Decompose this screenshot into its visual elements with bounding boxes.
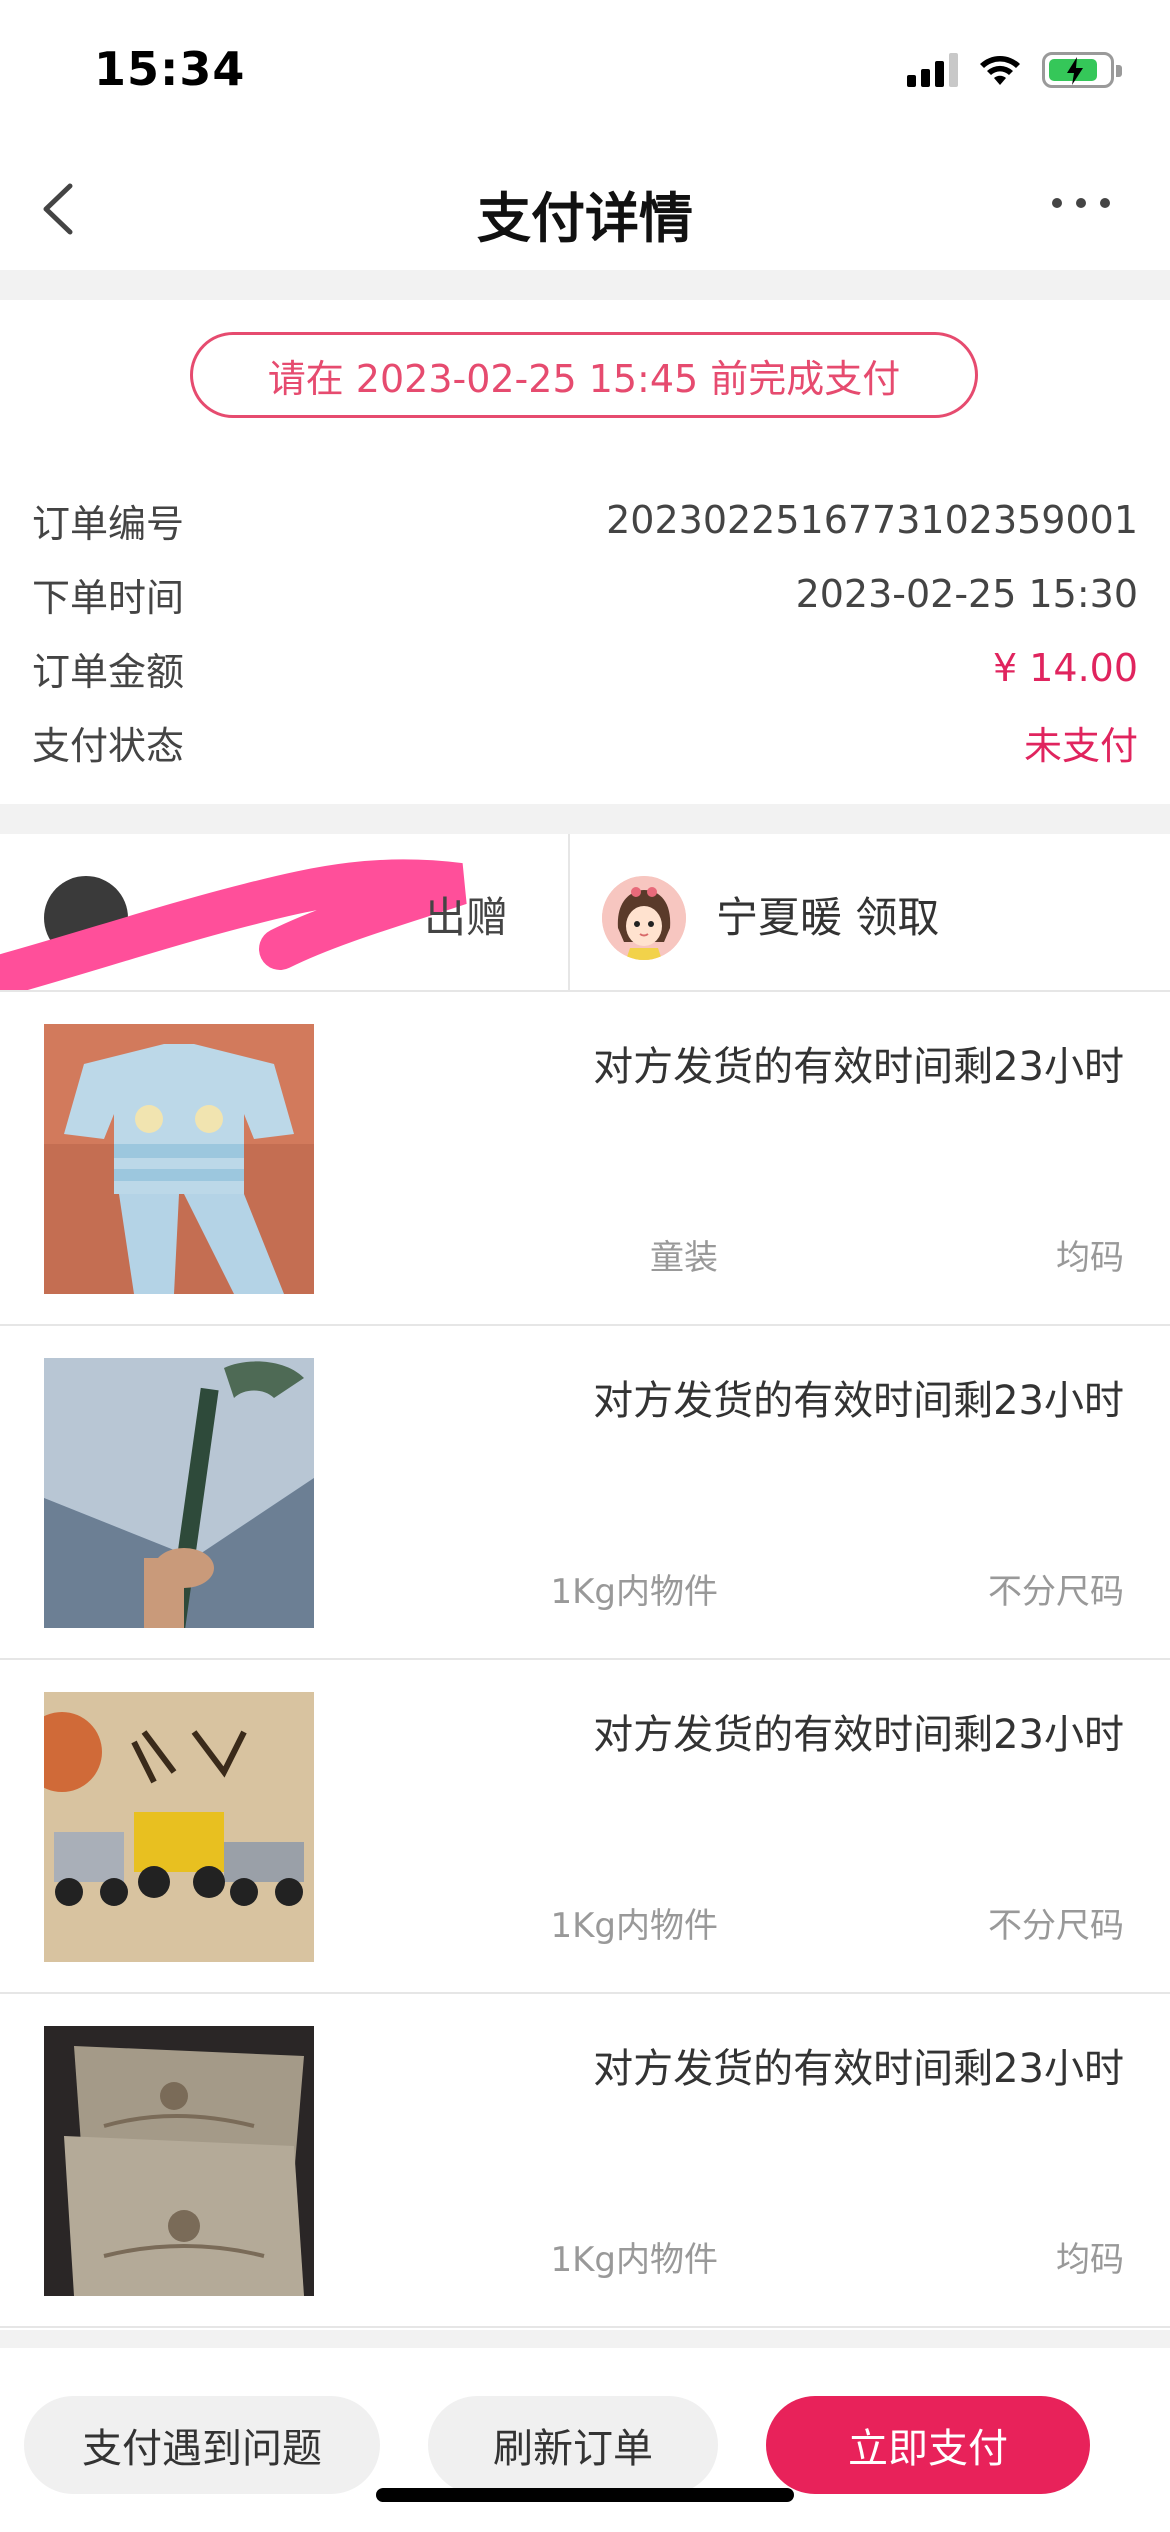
pay-now-button[interactable]: 立即支付 [766,2396,1090,2494]
item-title: 对方发货的有效时间剩23小时 [593,1044,1124,1090]
order-time-label: 下单时间 [32,575,185,620]
status-bar: 15:34 [0,0,1170,140]
item-title: 对方发货的有效时间剩23小时 [593,1378,1124,1424]
order-amount-value: ¥ 14.00 [992,646,1138,690]
order-amount-label: 订单金额 [32,649,185,694]
section-divider [0,270,1170,300]
refresh-order-button[interactable]: 刷新订单 [428,2396,718,2494]
nav-bar: 支付详情 [0,140,1170,270]
item-thumbnail [44,2026,314,2296]
order-amount-row: 订单金额 ¥ 14.00 [32,638,1138,698]
payment-deadline-badge: 请在 2023-02-25 15:45 前完成支付 [190,332,978,418]
payment-status-row: 支付状态 未支付 [32,712,1138,772]
item-category: 1Kg内物件 [550,1906,718,1946]
order-number-value: 2023022516773102359001 [606,498,1138,542]
status-time: 15:34 [94,42,246,96]
item-category: 童装 [650,1238,718,1278]
section-divider [0,2330,1170,2348]
order-number-label: 订单编号 [32,501,185,546]
order-number-row: 订单编号 2023022516773102359001 [32,490,1138,550]
giver-label: 出赠 [424,893,509,942]
home-indicator [376,2488,794,2502]
wifi-icon [980,56,1020,85]
item-category: 1Kg内物件 [550,1572,718,1612]
payment-status-value: 未支付 [1023,723,1138,768]
item-size: 均码 [1056,1238,1124,1278]
list-item[interactable]: 对方发货的有效时间剩23小时 1Kg内物件 均码 [0,1996,1170,2328]
page-title: 支付详情 [477,187,693,250]
battery-charging-icon [1042,52,1122,88]
item-thumbnail [44,1692,314,1962]
item-title: 对方发货的有效时间剩23小时 [593,2046,1124,2092]
payment-status-label: 支付状态 [32,723,185,768]
order-time-value: 2023-02-25 15:30 [795,572,1138,616]
list-item[interactable]: 对方发货的有效时间剩23小时 1Kg内物件 不分尺码 [0,1662,1170,1994]
order-time-row: 下单时间 2023-02-25 15:30 [32,564,1138,624]
redaction-scribble [0,859,467,990]
more-dots-icon[interactable] [1052,198,1110,208]
list-item[interactable]: 对方发货的有效时间剩23小时 1Kg内物件 不分尺码 [0,1328,1170,1660]
item-size: 均码 [1056,2240,1124,2280]
item-size: 不分尺码 [988,1906,1124,1946]
party-divider [568,834,570,990]
item-title: 对方发货的有效时间剩23小时 [593,1712,1124,1758]
parties-section: 出赠 宁夏暖 领取 [0,834,1170,992]
item-size: 不分尺码 [988,1572,1124,1612]
item-thumbnail [44,1358,314,1628]
cellular-signal-icon [907,53,958,87]
item-thumbnail [44,1024,314,1294]
item-category: 1Kg内物件 [550,2240,718,2280]
receiver-label: 宁夏暖 领取 [716,893,940,942]
payment-problem-button[interactable]: 支付遇到问题 [24,2396,380,2494]
list-item[interactable]: 对方发货的有效时间剩23小时 童装 均码 [0,994,1170,1326]
status-icons [907,52,1122,88]
section-divider [0,804,1170,834]
receiver-avatar [602,876,686,960]
bottom-action-bar: 支付遇到问题 刷新订单 立即支付 [0,2348,1170,2532]
